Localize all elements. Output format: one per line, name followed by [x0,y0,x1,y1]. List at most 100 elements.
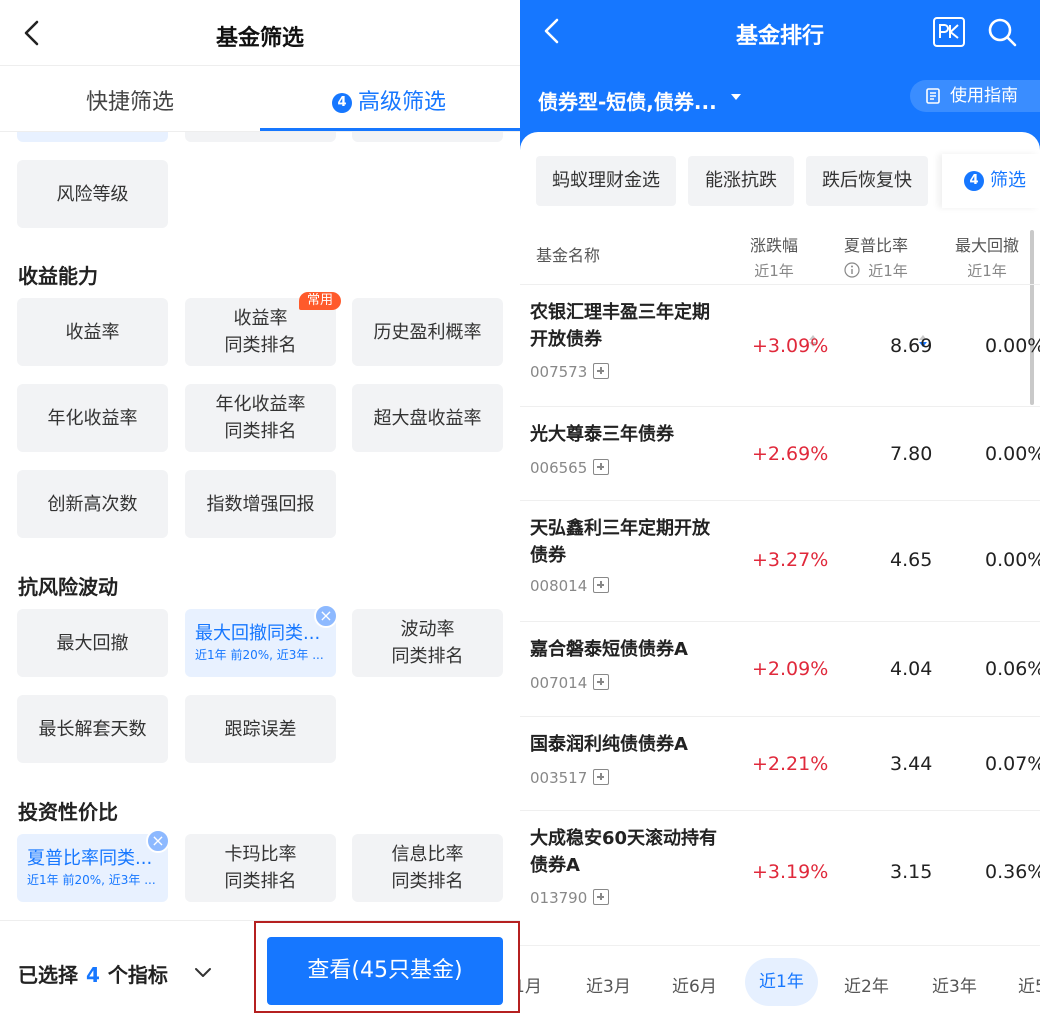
fund-drawdown: 0.00% [985,335,1040,357]
table-header: 基金名称 涨跌幅 近1年 夏普比率 近1年 最大回撤 近1年 [520,228,1040,347]
indicator-index-enhanced[interactable]: 指数增强回报 [185,470,336,538]
table-row[interactable]: 嘉合磐泰短债债券A 007014 +2.09% 4.04 0.06% [520,621,1040,716]
table-row[interactable]: 大成稳安60天滚动持有债券A 013790 +3.19% 3.15 0.36% [520,810,1040,932]
table-row[interactable]: 国泰润利纯债债券A 003517 +2.21% 3.44 0.07% [520,716,1040,810]
filter-header: 基金筛选 [0,0,520,66]
cut-off-cell [17,132,168,142]
period-1m[interactable]: 1月 [520,972,542,997]
fund-drawdown: 0.07% [985,753,1040,775]
indicator-max-drawdown[interactable]: 最大回撤 [17,609,168,677]
indicator-risk-level[interactable]: 风险等级 [17,160,168,228]
tab-advanced-filter[interactable]: 4 高级筛选 [332,84,446,116]
fund-code: 007014 [530,674,610,692]
add-plus-icon[interactable] [593,889,610,905]
fund-change: +3.19% [752,861,829,883]
selected-count: 4 [86,963,100,987]
fund-code: 007573 [530,363,610,381]
fund-drawdown: 0.36% [985,861,1040,883]
pk-compare-icon[interactable] [932,16,966,48]
indicator-drawdown-rank-selected[interactable]: 最大回撤同类... 近1年 前20%, 近3年 ... [185,609,336,677]
filter-footer: 已选择 4 个指标 查看(45只基金) [0,920,520,1023]
section-title-value: 投资性价比 [18,800,118,824]
fund-filter-panel: 基金筛选 快捷筛选 4 高级筛选 风险等级 收益能力 收益率 收益率 同类排名 常用… [0,0,520,1023]
remove-close-icon[interactable]: × [314,604,338,628]
ranking-list: 蚂蚁理财金选 能涨抗跌 跌后恢复快 4 筛选 基金名称 涨跌幅 近1年 夏普比率 近1… [520,132,1040,1023]
tab-quick-filter[interactable]: 快捷筛选 [86,84,174,116]
table-row[interactable]: 光大尊泰三年债券 006565 +2.69% 7.80 0.00% [520,406,1040,500]
fund-sharpe: 4.65 [890,549,933,571]
indicator-annualized-return[interactable]: 年化收益率 [17,384,168,452]
column-header-sharpe[interactable]: 夏普比率 近1年 [844,232,908,281]
indicator-tracking-error[interactable]: 跟踪误差 [185,695,336,763]
document-icon [926,88,940,104]
fund-name: 国泰润利纯债债券A [530,734,688,755]
indicator-excess-return[interactable]: 超大盘收益率 [352,384,503,452]
cut-off-cell [352,132,503,142]
chip-recover-fast[interactable]: 跌后恢复快 [806,156,928,206]
column-header-change[interactable]: 涨跌幅 近1年 [750,232,798,281]
caret-down-icon[interactable] [730,93,742,101]
indicator-list[interactable]: 风险等级 收益能力 收益率 收益率 同类排名 常用 历史盈利概率 年化收益率 年化… [0,132,520,920]
fund-drawdown: 0.00% [985,549,1040,571]
column-header-drawdown[interactable]: 最大回撤 近1年 [955,232,1019,281]
indicator-volatility-rank[interactable]: 波动率 同类排名 [352,609,503,677]
fund-code: 013790 [530,889,610,907]
view-funds-button[interactable]: 查看(45只基金) [267,937,503,1005]
period-2y[interactable]: 近2年 [844,972,889,997]
filter-count-badge: 4 [964,171,984,191]
indicator-return-rate[interactable]: 收益率 [17,298,168,366]
fund-code: 008014 [530,577,610,595]
fund-change: +3.27% [752,549,829,571]
info-icon[interactable] [844,262,860,278]
selected-count-toggle[interactable]: 已选择 4 个指标 [18,959,168,988]
indicator-info-ratio-rank[interactable]: 信息比率 同类排名 [352,834,503,902]
add-plus-icon[interactable] [593,459,610,475]
common-tag-badge: 常用 [299,292,342,310]
period-1y-active[interactable]: 近1年 [745,958,818,1006]
table-row[interactable]: 天弘鑫利三年定期开放债券 008014 +3.27% 4.65 0.00% [520,500,1040,621]
period-3y[interactable]: 近3年 [932,972,977,997]
page-title: 基金筛选 [215,26,304,51]
search-icon[interactable] [986,16,1018,48]
indicator-recovery-days[interactable]: 最长解套天数 [17,695,168,763]
indicator-profit-probability[interactable]: 历史盈利概率 [352,298,503,366]
remove-close-icon[interactable]: × [146,829,170,853]
category-selector[interactable]: 债券型-短债,债券... [538,86,717,115]
fund-code: 003517 [530,769,610,787]
chip-ant-select[interactable]: 蚂蚁理财金选 [536,156,676,206]
indicator-annualized-rank[interactable]: 年化收益率 同类排名 [185,384,336,452]
fund-sharpe: 7.80 [890,443,933,465]
guide-button[interactable]: 使用指南 [910,80,1040,112]
indicator-calmar-rank[interactable]: 卡玛比率 同类排名 [185,834,336,902]
indicator-sharpe-rank-selected[interactable]: 夏普比率同类... 近1年 前20%, 近3年 ... [17,834,168,902]
add-plus-icon[interactable] [593,363,610,379]
fund-name: 农银汇理丰盈三年定期开放债券 [530,302,710,350]
section-title-return: 收益能力 [18,264,98,288]
add-plus-icon[interactable] [593,674,610,690]
add-plus-icon[interactable] [593,577,610,593]
tab-count-badge: 4 [332,93,352,113]
tab-advanced-label: 高级筛选 [358,90,447,115]
add-plus-icon[interactable] [593,769,610,785]
fund-sharpe: 4.04 [890,658,933,680]
fund-change: +2.69% [752,443,829,465]
section-title-risk: 抗风险波动 [18,575,118,599]
fund-name: 大成稳安60天滚动持有债券A [530,828,718,876]
chevron-down-icon[interactable] [193,963,213,983]
chip-rise-resist[interactable]: 能涨抗跌 [688,156,794,206]
fund-sharpe: 3.15 [890,861,933,883]
ranking-header: 基金排行 债券型-短债,债券... 使用指南 [520,0,1040,150]
fund-sharpe: 8.69 [890,335,933,357]
fund-name: 天弘鑫利三年定期开放债券 [530,518,710,566]
fund-change: +2.09% [752,658,829,680]
period-6m[interactable]: 近6月 [672,972,717,997]
fund-name: 嘉合磐泰短债债券A [530,639,688,660]
cut-off-cell [185,132,336,142]
indicator-new-high-count[interactable]: 创新高次数 [17,470,168,538]
table-row[interactable]: 农银汇理丰盈三年定期开放债券 007573 +3.09% 8.69 0.00% [520,284,1040,406]
period-5y[interactable]: 近5 [1018,972,1040,997]
filter-chip[interactable]: 4 筛选 [942,154,1040,208]
fund-name: 光大尊泰三年债券 [530,424,674,445]
period-3m[interactable]: 近3月 [586,972,631,997]
fund-drawdown: 0.06% [985,658,1040,680]
